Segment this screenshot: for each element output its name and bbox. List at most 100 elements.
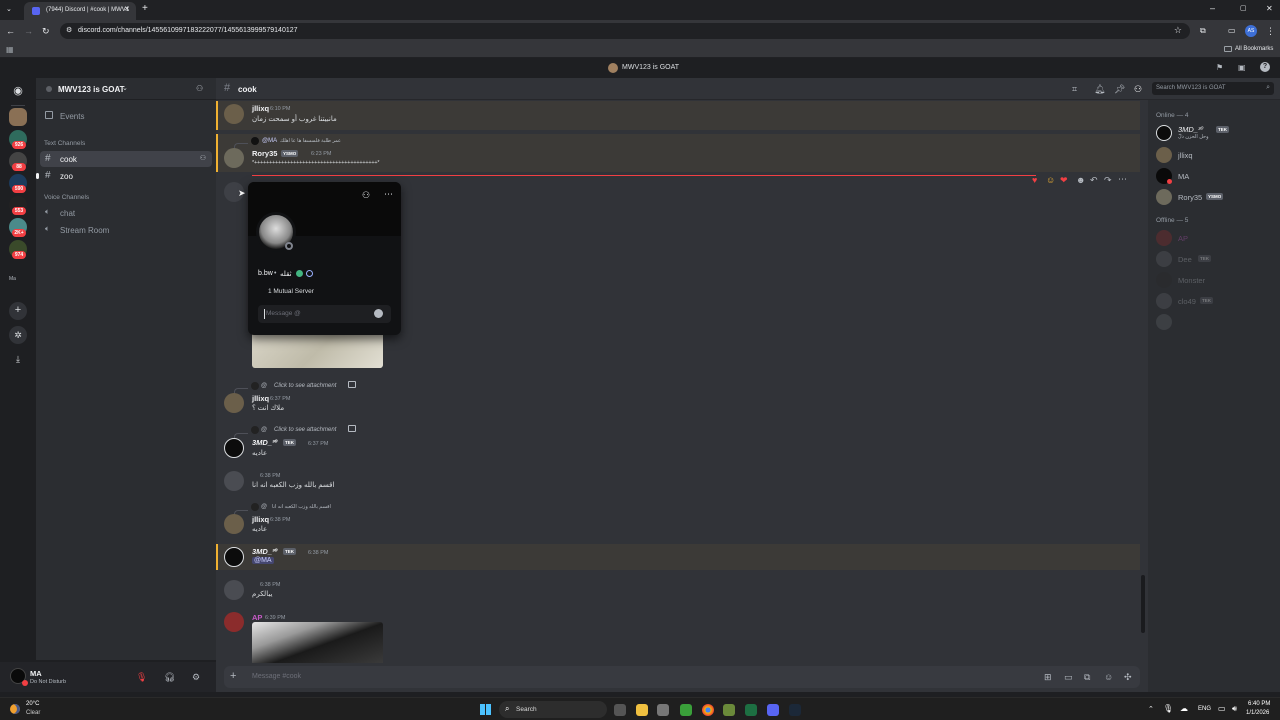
member-item[interactable]: jllixq [1156,146,1276,164]
add-reaction-icon[interactable]: ☻ [1076,175,1085,185]
avatar[interactable] [224,580,244,600]
onedrive-icon[interactable]: ☁ [1180,704,1188,714]
url-input[interactable]: ⚙ discord.com/channels/14556109971832220… [60,23,1190,39]
clock-date[interactable]: 1/1/2026 [1246,710,1269,716]
tray-chevron-icon[interactable]: ⌃ [1148,705,1154,715]
task-view-icon[interactable] [614,704,626,716]
minimize-icon[interactable]: – [1210,3,1215,13]
emoji-icon[interactable]: ☺ [1104,672,1113,682]
message-author[interactable]: jllixq [252,515,269,524]
reply-preview[interactable]: Click to see attachment [274,383,336,389]
clan-tag[interactable]: YSMO [281,150,299,157]
reaction-icon[interactable]: ♥ [1032,175,1037,185]
avatar[interactable] [224,438,244,458]
profile-avatar[interactable]: AS [1245,25,1257,37]
mention-pill[interactable]: @MA [252,557,274,564]
add-friend-icon[interactable]: ⚇ [362,190,370,200]
browser-menu-icon[interactable]: ⋮ [1266,26,1275,36]
new-tab-icon[interactable]: + [142,4,148,14]
reply-preview[interactable]: Click to see attachment [274,427,336,433]
channel-cook[interactable]: # cook ⚇ [40,151,212,167]
reload-icon[interactable]: ↻ [42,26,50,36]
taskbar-search[interactable]: ⌕ Search [499,701,607,718]
start-windows-icon[interactable] [480,704,491,715]
server-mwv123[interactable] [9,108,27,126]
voice-channels-category[interactable]: Voice Channels [44,194,89,201]
all-bookmarks-link[interactable]: All Bookmarks [1235,46,1273,52]
threads-icon[interactable]: ⌗ [1072,84,1077,94]
more-icon[interactable]: ⋯ [1118,174,1127,184]
forward-icon[interactable]: ↷ [1104,175,1112,185]
avatar[interactable] [224,471,244,491]
member-item[interactable]: Dee TEK [1156,250,1276,268]
back-icon[interactable]: ← [6,26,15,36]
clan-tag[interactable]: TEK [283,548,296,555]
browser-tab[interactable]: (7944) Discord | #cook | MWV1 [24,2,136,20]
message-author[interactable]: AP [252,613,262,622]
reply-preview[interactable]: عمر طلبة فلسسفا ها عا اهلك [280,138,341,144]
message-author[interactable]: Rory35 [252,149,277,158]
close-tab-icon[interactable]: ✕ [124,5,130,15]
search-input[interactable]: Search MWV123 is GOAT ⌕ [1152,82,1274,95]
clock-time[interactable]: 6:40 PM [1248,701,1270,707]
add-server-icon[interactable]: + [9,302,27,320]
member-item[interactable]: 3MD_³⁰ TEK وحل الحزن دلّ [1156,124,1276,142]
weather-temp[interactable]: 20°C [26,701,39,707]
invite-people-icon[interactable]: ⚇ [196,84,203,93]
avatar[interactable] [224,148,244,168]
reply-mention[interactable]: @MA [262,138,277,144]
cast-icon[interactable]: ▭ [1228,26,1236,36]
avatar[interactable] [224,612,244,632]
reply-icon[interactable]: ↶ [1090,175,1098,185]
discover-icon[interactable]: ✲ [9,326,27,344]
direct-messages-icon[interactable]: ◉ [9,82,27,100]
popout-message-input[interactable]: Message @ [258,305,391,323]
reply-preview[interactable]: اقسم بالله وزب الكعبه انه انا [272,504,331,510]
text-channels-category[interactable]: Text Channels [44,140,85,147]
forward-icon[interactable]: → [24,26,33,36]
channel-zoo[interactable]: # zoo [36,168,212,184]
headphones-icon[interactable]: 🎧︎ [164,672,175,682]
discord-taskbar-icon[interactable] [767,704,779,716]
close-window-icon[interactable]: ✕ [1266,4,1273,14]
steam-icon[interactable] [789,704,801,716]
network-icon[interactable]: ▭ [1218,704,1226,714]
attachment-image[interactable] [252,622,383,663]
member-item[interactable] [1156,313,1276,331]
gif-icon[interactable]: ▭ [1064,672,1073,682]
chat-scrollbar[interactable] [1141,575,1145,633]
minecraft-icon[interactable] [723,704,735,716]
reaction-laugh-icon[interactable]: ☺ [1046,175,1055,185]
events-item[interactable]: Events [40,108,212,124]
apps-icon[interactable]: ✣ [1124,672,1132,682]
download-icon[interactable]: ⤓ [9,350,27,368]
excel-icon[interactable] [745,704,757,716]
clan-tag[interactable]: TEK [283,439,296,446]
chrome-icon[interactable] [702,704,714,716]
message-author[interactable]: jllixq [252,394,269,403]
gift-icon[interactable]: ⊞ [1044,672,1052,682]
screen-icon[interactable]: ▣ [1238,63,1246,73]
guild-folder-label[interactable]: Ma [9,276,16,282]
maximize-icon[interactable]: ▢ [1240,4,1247,14]
member-item[interactable]: Monster [1156,271,1276,289]
member-item[interactable]: clo49 TEK [1156,292,1276,310]
member-item[interactable]: AP [1156,229,1276,247]
avatar[interactable] [224,104,244,124]
member-item[interactable]: MA [1156,167,1276,185]
emoji-icon[interactable] [374,309,383,318]
inbox-icon[interactable]: ⚑ [1216,63,1223,73]
invite-icon[interactable]: ⚇ [200,154,206,162]
attachment-image[interactable] [252,334,383,368]
file-explorer-icon[interactable] [636,704,648,716]
extensions-icon[interactable]: ⧉ [1200,26,1206,36]
settings-gear-icon[interactable]: ⚙ [192,672,200,682]
member-list-icon[interactable]: ⚇ [1134,84,1142,94]
microphone-icon[interactable]: 🎙︎ [1163,704,1173,714]
store-icon[interactable] [657,704,669,716]
message-input[interactable]: Message #cook [252,673,301,680]
message-author[interactable]: 3MD_³⁰ [252,438,278,447]
apps-grid-icon[interactable]: ▦ [6,45,14,55]
pin-icon[interactable]: 📌︎ [1114,84,1125,94]
avatar[interactable] [224,547,244,567]
